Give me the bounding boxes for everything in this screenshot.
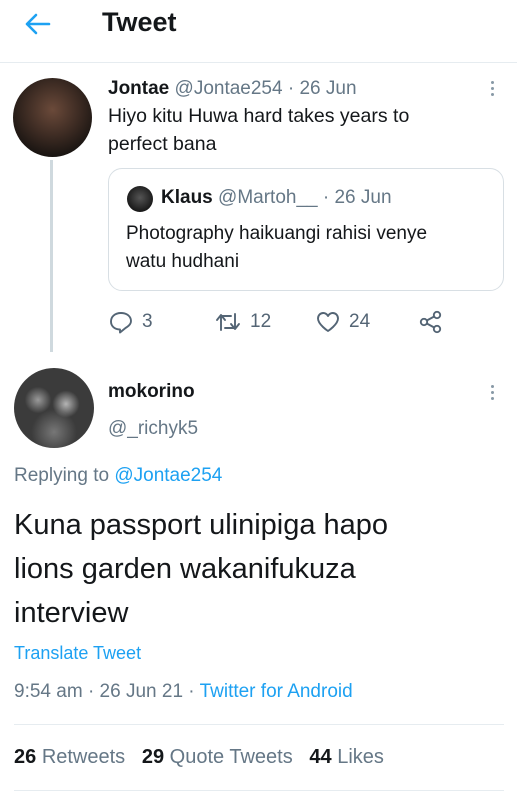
avatar-klaus	[127, 186, 153, 212]
reply-count: 3	[142, 311, 153, 332]
avatar-jontae[interactable]	[13, 78, 92, 157]
translate-tweet-link[interactable]: Translate Tweet	[14, 643, 141, 664]
divider	[14, 724, 504, 725]
retweets-label: Retweets	[41, 746, 126, 768]
quoted-tweet-text: Photography haikuangi rahisi venye watu …	[126, 220, 427, 276]
tweet-time: 9:54 am	[14, 681, 83, 702]
main-tweet-text: Kuna passport ulinipiga hapo lions garde…	[14, 503, 504, 635]
like-button[interactable]: 24	[315, 310, 370, 334]
separator: ·	[87, 681, 95, 702]
retweet-icon	[216, 313, 240, 331]
share-button[interactable]	[418, 310, 444, 334]
text-line: Kuna passport ulinipiga hapo	[14, 509, 389, 541]
avatar-mokorino[interactable]	[14, 368, 94, 448]
separator: ·	[188, 681, 195, 702]
reply-icon	[110, 312, 132, 334]
author-name[interactable]: Jontae	[108, 78, 169, 99]
text-line: watu hudhani	[126, 251, 240, 272]
quoted-author-handle: @Martoh__	[218, 187, 318, 208]
reply-button[interactable]: 3	[108, 310, 153, 334]
replying-to: Replying to @Jontae254	[14, 465, 222, 487]
tweet-stats: 26 Retweets 29 Quote Tweets 44 Likes	[14, 746, 384, 769]
likes-count: 44	[309, 746, 332, 768]
back-arrow-icon[interactable]	[20, 6, 56, 42]
replying-prefix: Replying to	[14, 465, 110, 486]
page-title: Tweet	[102, 7, 177, 37]
share-icon	[419, 310, 442, 334]
likes-stat[interactable]: 44 Likes	[309, 746, 384, 768]
quoted-tweet-date: 26 Jun	[334, 187, 392, 208]
tweet-source-link[interactable]: Twitter for Android	[200, 681, 353, 702]
text-line: interview	[14, 597, 129, 629]
quoted-tweet-header: Klaus @Martoh__ · 26 Jun	[161, 186, 392, 210]
top-bar	[0, 0, 517, 63]
like-count: 24	[349, 311, 371, 332]
tweet-date[interactable]: 26 Jun	[299, 78, 356, 99]
retweets-count: 26	[14, 746, 37, 768]
main-author-handle[interactable]: @_richyk5	[108, 417, 198, 441]
parent-tweet-header: Jontae @Jontae254 · 26 Jun	[108, 77, 357, 101]
quote-tweets-stat[interactable]: 29 Quote Tweets	[142, 746, 293, 768]
text-line: Photography haikuangi rahisi venye	[126, 223, 428, 244]
retweet-button[interactable]: 12	[214, 310, 271, 334]
more-options-icon[interactable]	[482, 76, 502, 100]
replying-handle-link[interactable]: @Jontae254	[114, 465, 222, 486]
more-options-icon[interactable]	[482, 380, 502, 404]
heart-icon	[317, 312, 339, 332]
author-handle[interactable]: @Jontae254	[175, 78, 283, 99]
tweet-date: 26 Jun 21	[99, 681, 184, 702]
quotes-label: Quote Tweets	[169, 746, 293, 768]
main-author-name[interactable]: mokorino	[108, 380, 195, 404]
text-line: lions garden wakanifukuza	[14, 553, 356, 585]
text-line: Hiyo kitu Huwa hard takes years to	[108, 105, 410, 127]
quotes-count: 29	[141, 746, 165, 768]
separator: ·	[287, 78, 295, 99]
quoted-author-name: Klaus	[161, 187, 213, 208]
divider	[14, 790, 504, 791]
thread-line	[50, 160, 53, 352]
tweet-meta: 9:54 am · 26 Jun 21 · Twitter for Androi…	[14, 681, 353, 703]
text-line: perfect bana	[108, 133, 217, 155]
parent-tweet-text: Hiyo kitu Huwa hard takes years to perfe…	[108, 102, 409, 158]
separator: ·	[322, 187, 330, 208]
likes-label: Likes	[337, 746, 384, 768]
retweets-stat[interactable]: 26 Retweets	[14, 746, 125, 768]
retweet-count: 12	[250, 311, 272, 332]
